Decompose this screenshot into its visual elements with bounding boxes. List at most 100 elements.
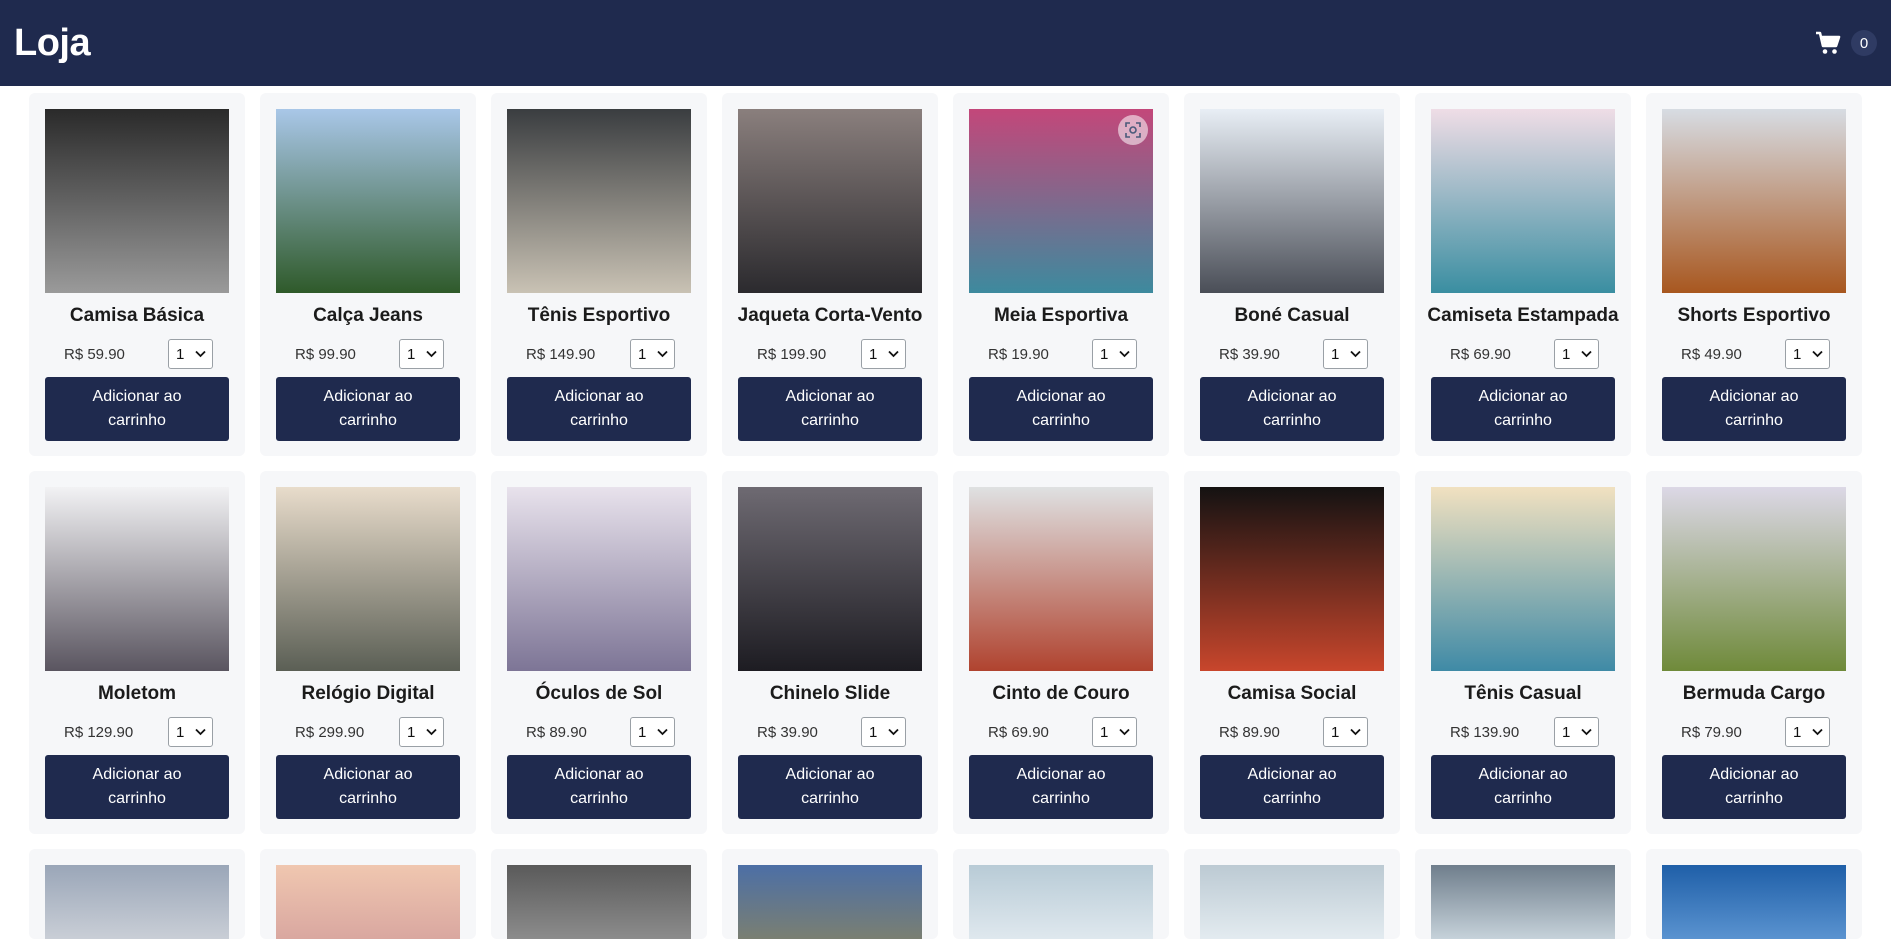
chevron-down-icon	[657, 728, 668, 736]
product-image[interactable]: misty-peak	[45, 487, 229, 671]
product-card	[29, 849, 245, 939]
quantity-select[interactable]: 1	[630, 339, 675, 369]
chevron-down-icon	[426, 728, 437, 736]
add-to-cart-button[interactable]: Adicionar ao carrinho	[969, 377, 1153, 441]
quantity-select[interactable]: 1	[1554, 339, 1599, 369]
product-name: Meia Esportiva	[993, 305, 1129, 326]
product-image[interactable]	[45, 865, 229, 939]
product-name: Shorts Esportivo	[1677, 305, 1831, 326]
product-image[interactable]	[1431, 865, 1615, 939]
add-to-cart-button[interactable]: Adicionar ao carrinho	[45, 755, 229, 819]
product-image[interactable]: bridge-pink-sky	[1431, 109, 1615, 293]
price-quantity-row: R$ 99.90 1	[276, 337, 460, 371]
product-price: R$ 69.90	[1450, 345, 1511, 363]
product-card: sea-rock Tênis Casual R$ 139.90 1 Adicionar …	[1415, 471, 1631, 834]
product-image[interactable]	[738, 865, 922, 939]
product-price: R$ 299.90	[295, 723, 365, 741]
product-image[interactable]	[507, 865, 691, 939]
product-price: R$ 39.90	[1219, 345, 1280, 363]
cart-button[interactable]: 0	[1815, 30, 1877, 56]
quantity-select[interactable]: 1	[399, 717, 444, 747]
chevron-down-icon	[1581, 350, 1592, 358]
chevron-down-icon	[1812, 728, 1823, 736]
quantity-value: 1	[1100, 723, 1109, 741]
add-to-cart-button[interactable]: Adicionar ao carrinho	[507, 755, 691, 819]
quantity-select[interactable]: 1	[861, 717, 906, 747]
quantity-select[interactable]: 1	[399, 339, 444, 369]
quantity-select[interactable]: 1	[1554, 717, 1599, 747]
shopping-cart-icon[interactable]	[1815, 30, 1841, 56]
product-card: lake-forest Jaqueta Corta-Vento R$ 199.90 1…	[722, 93, 938, 456]
product-image[interactable]	[1200, 865, 1384, 939]
quantity-value: 1	[176, 723, 185, 741]
add-to-cart-button[interactable]: Adicionar ao carrinho	[738, 377, 922, 441]
add-to-cart-button[interactable]: Adicionar ao carrinho	[1662, 755, 1846, 819]
price-quantity-row: R$ 299.90 1	[276, 715, 460, 749]
product-image[interactable]: valley-wall	[276, 487, 460, 671]
product-image[interactable]: desk-top-view	[507, 109, 691, 293]
quantity-value: 1	[1331, 723, 1340, 741]
product-image[interactable]: bridge-fog	[969, 487, 1153, 671]
product-image[interactable]: red-plant-dark	[1200, 487, 1384, 671]
product-grid: grass-bw Camisa Básica R$ 59.90 1 Adicionar …	[29, 93, 1862, 939]
chevron-down-icon	[1119, 350, 1130, 358]
product-image[interactable]: grass-bw	[45, 109, 229, 293]
add-to-cart-button[interactable]: Adicionar ao carrinho	[1431, 755, 1615, 819]
quantity-value: 1	[1331, 345, 1340, 363]
quantity-select[interactable]: 1	[1323, 717, 1368, 747]
product-price: R$ 59.90	[64, 345, 125, 363]
chevron-down-icon	[195, 728, 206, 736]
price-quantity-row: R$ 69.90 1	[969, 715, 1153, 749]
quantity-select[interactable]: 1	[168, 717, 213, 747]
quantity-select[interactable]: 1	[168, 339, 213, 369]
product-name: Jaqueta Corta-Vento	[737, 305, 923, 326]
add-to-cart-button[interactable]: Adicionar ao carrinho	[276, 755, 460, 819]
product-image[interactable]	[969, 865, 1153, 939]
add-to-cart-button[interactable]: Adicionar ao carrinho	[1200, 377, 1384, 441]
product-image[interactable]: mountain-forest	[276, 109, 460, 293]
product-card: desk-top-view Tênis Esportivo R$ 149.90 1 Ad…	[491, 93, 707, 456]
quantity-select[interactable]: 1	[1785, 717, 1830, 747]
product-card: laptop-wood-desk Shorts Esportivo R$ 49.90…	[1646, 93, 1862, 456]
product-image[interactable]	[276, 865, 460, 939]
quantity-select[interactable]: 1	[630, 717, 675, 747]
add-to-cart-button[interactable]: Adicionar ao carrinho	[276, 377, 460, 441]
price-quantity-row: R$ 149.90 1	[507, 337, 691, 371]
add-to-cart-button[interactable]: Adicionar ao carrinho	[507, 377, 691, 441]
quantity-select[interactable]: 1	[1323, 339, 1368, 369]
price-quantity-row: R$ 129.90 1	[45, 715, 229, 749]
product-card	[1646, 849, 1862, 939]
quantity-select[interactable]: 1	[1785, 339, 1830, 369]
product-name: Óculos de Sol	[535, 683, 663, 704]
product-image[interactable]: skyscraper-dusk	[738, 487, 922, 671]
product-card: grass-bw Camisa Básica R$ 59.90 1 Adicionar …	[29, 93, 245, 456]
visual-search-icon[interactable]	[1118, 115, 1148, 145]
add-to-cart-button[interactable]: Adicionar ao carrinho	[1431, 377, 1615, 441]
product-image[interactable]: lake-forest	[738, 109, 922, 293]
product-price: R$ 19.90	[988, 345, 1049, 363]
product-image[interactable]: laptop-wood-desk	[1662, 109, 1846, 293]
quantity-select[interactable]: 1	[861, 339, 906, 369]
product-image[interactable]: city-sunlight	[1200, 109, 1384, 293]
product-image[interactable]: snow-figure	[507, 487, 691, 671]
product-name: Cinto de Couro	[992, 683, 1130, 704]
add-to-cart-button[interactable]: Adicionar ao carrinho	[969, 755, 1153, 819]
add-to-cart-button[interactable]: Adicionar ao carrinho	[738, 755, 922, 819]
product-image[interactable]: sea-rock	[1431, 487, 1615, 671]
product-card: snow-figure Óculos de Sol R$ 89.90 1 Adicion…	[491, 471, 707, 834]
quantity-select[interactable]: 1	[1092, 717, 1137, 747]
quantity-select[interactable]: 1	[1092, 339, 1137, 369]
product-card	[1184, 849, 1400, 939]
product-image[interactable]	[1662, 865, 1846, 939]
store-title[interactable]: Loja	[14, 22, 91, 65]
product-price: R$ 129.90	[64, 723, 134, 741]
product-card	[491, 849, 707, 939]
product-image[interactable]: green-hills	[1662, 487, 1846, 671]
product-card: skyscraper-dusk Chinelo Slide R$ 39.90 1 Adi…	[722, 471, 938, 834]
add-to-cart-button[interactable]: Adicionar ao carrinho	[1662, 377, 1846, 441]
price-quantity-row: R$ 69.90 1	[1431, 337, 1615, 371]
product-price: R$ 139.90	[1450, 723, 1520, 741]
product-price: R$ 79.90	[1681, 723, 1742, 741]
add-to-cart-button[interactable]: Adicionar ao carrinho	[45, 377, 229, 441]
add-to-cart-button[interactable]: Adicionar ao carrinho	[1200, 755, 1384, 819]
